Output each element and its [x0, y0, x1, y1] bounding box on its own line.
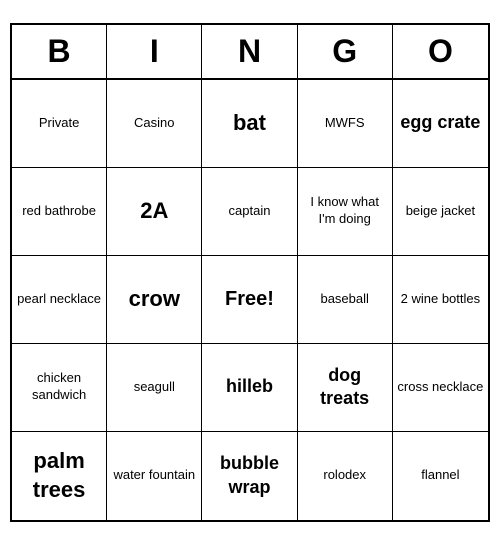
bingo-cell: crow: [107, 256, 202, 344]
bingo-cell: bubble wrap: [202, 432, 297, 520]
bingo-grid: PrivateCasinobatMWFSegg crate red bathrob…: [12, 80, 488, 520]
bingo-cell: Casino: [107, 80, 202, 168]
bingo-cell: rolodex: [298, 432, 393, 520]
bingo-cell: seagull: [107, 344, 202, 432]
bingo-cell: 2 wine bottles: [393, 256, 488, 344]
header-letter: O: [393, 25, 488, 78]
bingo-cell: baseball: [298, 256, 393, 344]
bingo-cell: palm trees: [12, 432, 107, 520]
bingo-cell: water fountain: [107, 432, 202, 520]
header-letter: I: [107, 25, 202, 78]
bingo-cell: chicken sandwich: [12, 344, 107, 432]
bingo-cell: pearl necklace: [12, 256, 107, 344]
header-letter: G: [298, 25, 393, 78]
bingo-cell: hilleb: [202, 344, 297, 432]
bingo-cell: egg crate: [393, 80, 488, 168]
bingo-cell: Private: [12, 80, 107, 168]
bingo-cell: 2A: [107, 168, 202, 256]
bingo-cell: dog treats: [298, 344, 393, 432]
bingo-cell: beige jacket: [393, 168, 488, 256]
bingo-card: BINGO PrivateCasinobatMWFSegg crate red b…: [10, 23, 490, 522]
header-letter: B: [12, 25, 107, 78]
bingo-cell: captain: [202, 168, 297, 256]
bingo-header: BINGO: [12, 25, 488, 80]
bingo-cell: MWFS: [298, 80, 393, 168]
bingo-cell: flannel: [393, 432, 488, 520]
bingo-cell: bat: [202, 80, 297, 168]
bingo-cell: red bathrobe: [12, 168, 107, 256]
bingo-cell: cross necklace: [393, 344, 488, 432]
header-letter: N: [202, 25, 297, 78]
bingo-cell: Free!: [202, 256, 297, 344]
bingo-cell: I know what I'm doing: [298, 168, 393, 256]
